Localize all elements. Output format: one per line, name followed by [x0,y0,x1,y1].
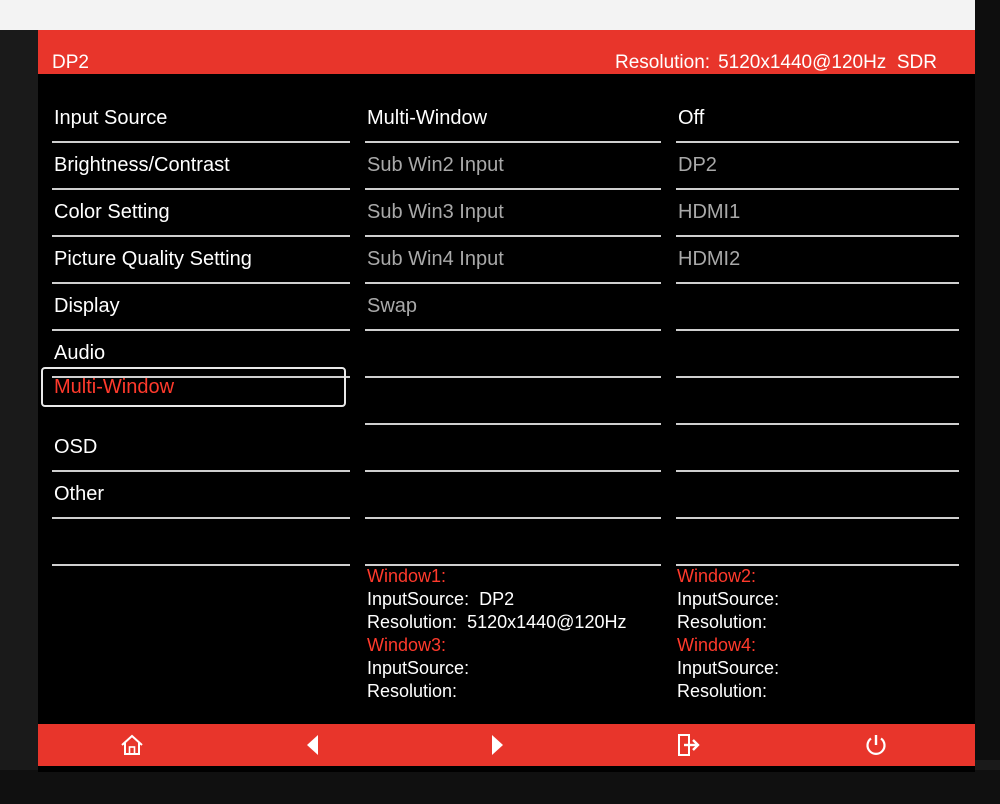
value-empty-row [676,472,959,519]
value-sub-win2[interactable]: DP2 [676,143,959,190]
window3-input-label: InputSource: [367,658,470,678]
value-empty-row [676,284,959,331]
header-bar: DP2 Resolution: 5120x1440@120Hz SDR [38,30,975,74]
submenu-item-swap[interactable]: Swap [365,284,661,331]
window3-input: InputSource: [367,657,626,680]
submenu-item-label: Multi-Window [367,107,488,129]
window2-resolution: Resolution: [677,611,779,634]
main-menu: Input Source Brightness/Contrast Color S… [52,96,350,566]
window2-title: Window2: [677,566,757,586]
dynamic-range: SDR [896,52,937,73]
current-input: DP2 [52,52,89,73]
value-label: HDMI1 [678,201,741,223]
window4-res-label: Resolution: [677,681,768,701]
value-empty-row [676,331,959,378]
submenu-item-sub-win3-input[interactable]: Sub Win3 Input [365,190,661,237]
right-arrow-icon[interactable] [481,729,513,761]
window4-resolution: Resolution: [677,680,779,703]
menu-item-empty [52,519,350,566]
menu-item-brightness-contrast[interactable]: Brightness/Contrast [52,143,350,190]
value-empty-row [676,519,959,566]
menu-item-osd[interactable]: OSD [52,425,350,472]
window1-input: InputSource: DP2 [367,588,626,611]
resolution-readout: Resolution: 5120x1440@120Hz SDR [615,53,937,73]
window1-resolution: Resolution: 5120x1440@120Hz [367,611,626,634]
menu-item-label: Other [54,483,105,505]
value-sub-win4[interactable]: HDMI2 [676,237,959,284]
osd-menu: DP2 Resolution: 5120x1440@120Hz SDR Input… [38,30,975,772]
window2-res-label: Resolution: [677,612,768,632]
submenu-empty-row [365,519,661,566]
menu-item-color-setting[interactable]: Color Setting [52,190,350,237]
window3-title: Window3: [367,635,447,655]
value-empty-row [676,378,959,425]
resolution-label: Resolution: [615,52,711,73]
submenu-empty-row [365,425,661,472]
value-label: Off [678,107,705,129]
power-icon[interactable] [860,729,892,761]
submenu-item-sub-win2-input[interactable]: Sub Win2 Input [365,143,661,190]
menu-item-multi-window[interactable]: Multi-Window [41,367,346,407]
home-icon[interactable] [116,729,148,761]
window-info-right: Window2: InputSource: Resolution: Window… [677,565,779,703]
value-empty-row [676,425,959,472]
submenu-empty-row [365,331,661,378]
sub-menu: Multi-Window Sub Win2 Input Sub Win3 Inp… [365,96,661,566]
submenu-item-label: Swap [367,295,418,317]
value-label: DP2 [678,154,717,176]
submenu-item-multi-window[interactable]: Multi-Window [365,96,661,143]
window1-input-label: InputSource: [367,589,470,609]
resolution-value: 5120x1440@120Hz [718,52,887,73]
window3-resolution: Resolution: [367,680,626,703]
menu-item-label: Picture Quality Setting [54,248,252,270]
background-top [0,0,1000,30]
window1-title: Window1: [367,566,447,586]
menu-item-label: Input Source [54,107,168,129]
submenu-item-label: Sub Win3 Input [367,201,504,223]
menu-item-input-source[interactable]: Input Source [52,96,350,143]
window4-input-label: InputSource: [677,658,780,678]
submenu-item-label: Sub Win2 Input [367,154,504,176]
menu-item-label: OSD [54,436,98,458]
submenu-empty-row [365,472,661,519]
background-right [975,0,1000,760]
value-column: Off DP2 HDMI1 HDMI2 [676,96,959,566]
submenu-empty-row [365,378,661,425]
window1-input-value: DP2 [479,589,515,609]
window2-input-label: InputSource: [677,589,780,609]
value-sub-win3[interactable]: HDMI1 [676,190,959,237]
menu-item-label: Color Setting [54,201,170,223]
footer-bar [38,724,975,766]
window4-input: InputSource: [677,657,779,680]
left-arrow-icon[interactable] [297,729,329,761]
background-bottom [0,770,1000,804]
submenu-item-label: Sub Win4 Input [367,248,504,270]
window3-res-label: Resolution: [367,681,458,701]
submenu-item-sub-win4-input[interactable]: Sub Win4 Input [365,237,661,284]
window2-input: InputSource: [677,588,779,611]
menu-item-label: Display [54,295,120,317]
menu-item-label: Brightness/Contrast [54,154,230,176]
window1-res-label: Resolution: [367,612,458,632]
menu-item-picture-quality[interactable]: Picture Quality Setting [52,237,350,284]
value-label: HDMI2 [678,248,741,270]
menu-item-display[interactable]: Display [52,284,350,331]
window-info-left: Window1: InputSource: DP2 Resolution: 51… [367,565,626,703]
menu-item-other[interactable]: Other [52,472,350,519]
value-multi-window[interactable]: Off [676,96,959,143]
window1-res-value: 5120x1440@120Hz [467,612,627,632]
window4-title: Window4: [677,635,757,655]
exit-icon[interactable] [672,729,704,761]
